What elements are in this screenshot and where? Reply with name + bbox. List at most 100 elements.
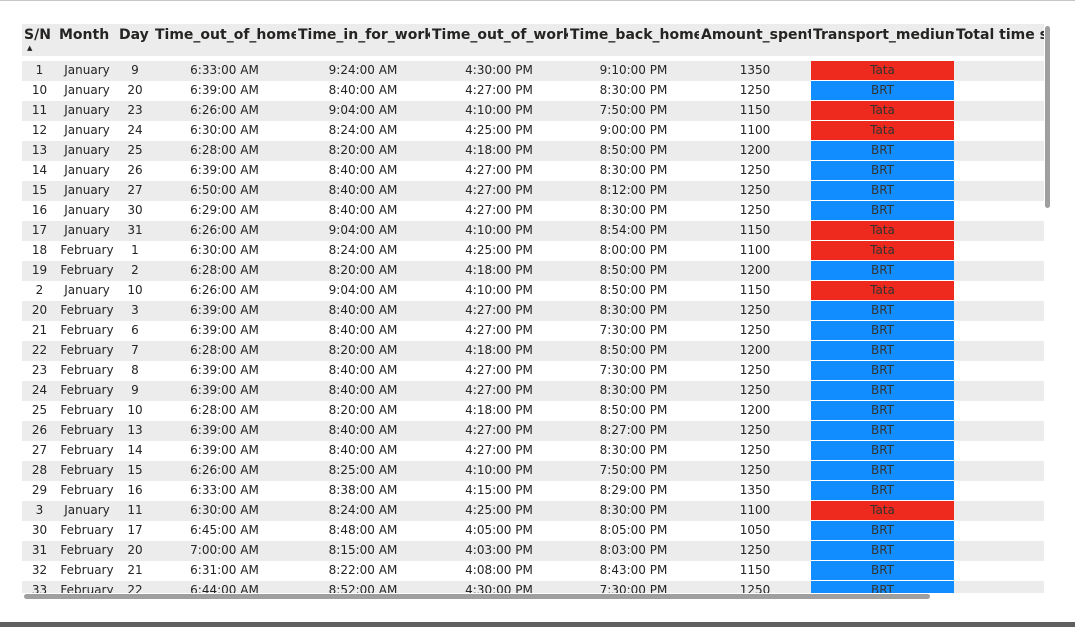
column-header-label: Time_out_of_work: [432, 27, 568, 43]
cell-time-back-home: 8:30:00 PM: [599, 203, 668, 217]
cell-transport-medium: BRT: [811, 360, 954, 381]
table-row[interactable]: 21 February 6 6:39:00 AM 8:40:00 AM 4:27:00 P…: [22, 320, 1044, 341]
cell-day: 20: [127, 83, 143, 97]
column-header-label: Time_in_for_work: [298, 27, 430, 43]
cell-month: February: [60, 403, 114, 417]
cell-transport-medium: BRT: [811, 460, 954, 481]
column-header-month[interactable]: Month: [57, 24, 117, 56]
cell-amount-spent: 1250: [739, 323, 771, 337]
cell-total-time: [954, 501, 1044, 521]
table-row[interactable]: 1 January 9 6:33:00 AM 9:24:00 AM 4:30:00 PM 9…: [22, 61, 1044, 81]
cell-month: January: [64, 103, 110, 117]
column-header-label: Transport_medium: [813, 27, 954, 43]
column-header-time-in-for-work[interactable]: Time_in_for_work: [296, 24, 430, 56]
cell-transport-medium: BRT: [811, 560, 954, 581]
table-row[interactable]: 25 February 10 6:28:00 AM 8:20:00 AM 4:18:00 …: [22, 400, 1044, 421]
table-row[interactable]: 11 January 23 6:26:00 AM 9:04:00 AM 4:10:00 P…: [22, 100, 1044, 121]
table-row[interactable]: 3 January 11 6:30:00 AM 8:24:00 AM 4:25:00 PM…: [22, 500, 1044, 521]
table-row[interactable]: 19 February 2 6:28:00 AM 8:20:00 AM 4:18:00 P…: [22, 260, 1044, 281]
sort-ascending-icon[interactable]: ▲: [27, 45, 32, 52]
cell-total-time: [954, 141, 1044, 161]
cell-sn: 10: [31, 83, 48, 97]
cell-transport-medium: Tata: [811, 500, 954, 521]
cell-transport-medium: Tata: [811, 220, 954, 241]
cell-month: February: [60, 323, 114, 337]
cell-day: 24: [127, 123, 143, 137]
cell-time-back-home: 8:12:00 PM: [599, 183, 668, 197]
table-row[interactable]: 29 February 16 6:33:00 AM 8:38:00 AM 4:15:00 …: [22, 480, 1044, 501]
table-row[interactable]: 17 January 31 6:26:00 AM 9:04:00 AM 4:10:00 P…: [22, 220, 1044, 241]
cell-transport-medium: BRT: [811, 320, 954, 341]
cell-total-time: [954, 121, 1044, 141]
cell-amount-spent: 1250: [739, 163, 771, 177]
cell-time-back-home: 8:27:00 PM: [599, 423, 668, 437]
table-row[interactable]: 15 January 27 6:50:00 AM 8:40:00 AM 4:27:00 P…: [22, 180, 1044, 201]
column-header-label: Day: [119, 27, 149, 43]
cell-time-out-of-work: 4:27:00 PM: [465, 383, 533, 397]
cell-total-time: [954, 281, 1044, 301]
column-header-total-time[interactable]: Total time sp: [954, 24, 1044, 56]
cell-month: January: [64, 83, 110, 97]
cell-time-out-of-home: 6:39:00 AM: [190, 423, 259, 437]
cell-time-back-home: 8:50:00 PM: [599, 263, 668, 277]
cell-time-back-home: 7:50:00 PM: [599, 103, 668, 117]
table-row[interactable]: 2 January 10 6:26:00 AM 9:04:00 AM 4:10:00 PM…: [22, 280, 1044, 301]
table-row[interactable]: 33 February 22 6:44:00 AM 8:52:00 AM 4:30:00 …: [22, 580, 1044, 593]
cell-amount-spent: 1250: [739, 303, 771, 317]
vertical-scrollbar[interactable]: [1045, 26, 1050, 208]
column-header-amount-spent[interactable]: Amount_spent: [699, 24, 811, 56]
cell-day: 31: [127, 223, 143, 237]
table-row[interactable]: 20 February 3 6:39:00 AM 8:40:00 AM 4:27:00 P…: [22, 300, 1044, 321]
table-row[interactable]: 24 February 9 6:39:00 AM 8:40:00 AM 4:27:00 P…: [22, 380, 1044, 401]
cell-day: 21: [127, 563, 143, 577]
table-row[interactable]: 23 February 8 6:39:00 AM 8:40:00 AM 4:27:00 P…: [22, 360, 1044, 381]
column-header-sn[interactable]: S/N ▲: [22, 24, 57, 56]
cell-amount-spent: 1250: [739, 203, 771, 217]
cell-transport-medium: BRT: [811, 200, 954, 221]
table-row[interactable]: 32 February 21 6:31:00 AM 8:22:00 AM 4:08:00 …: [22, 560, 1044, 581]
table-row[interactable]: 27 February 14 6:39:00 AM 8:40:00 AM 4:27:00 …: [22, 440, 1044, 461]
cell-time-back-home: 8:30:00 PM: [599, 443, 668, 457]
table-row[interactable]: 28 February 15 6:26:00 AM 8:25:00 AM 4:10:00 …: [22, 460, 1044, 481]
horizontal-scrollbar[interactable]: [24, 594, 930, 599]
cell-time-in-for-work: 8:40:00 AM: [328, 323, 398, 337]
cell-time-out-of-work: 4:10:00 PM: [465, 463, 533, 477]
cell-day: 11: [127, 503, 143, 517]
column-header-day[interactable]: Day: [117, 24, 153, 56]
table-visual[interactable]: S/N ▲ Month Day Time_out_of_home Time_in…: [22, 24, 1044, 593]
table-row[interactable]: 18 February 1 6:30:00 AM 8:24:00 AM 4:25:00 P…: [22, 240, 1044, 261]
cell-time-back-home: 8:50:00 PM: [599, 143, 668, 157]
cell-time-back-home: 8:50:00 PM: [599, 343, 668, 357]
table-row[interactable]: 26 February 13 6:39:00 AM 8:40:00 AM 4:27:00 …: [22, 420, 1044, 441]
cell-time-out-of-work: 4:05:00 PM: [465, 523, 533, 537]
cell-time-out-of-home: 6:30:00 AM: [190, 123, 259, 137]
table-row[interactable]: 30 February 17 6:45:00 AM 8:48:00 AM 4:05:00 …: [22, 520, 1044, 541]
column-header-time-out-of-home[interactable]: Time_out_of_home: [153, 24, 296, 56]
table-row[interactable]: 14 January 26 6:39:00 AM 8:40:00 AM 4:27:00 P…: [22, 160, 1044, 181]
table-row[interactable]: 31 February 20 7:00:00 AM 8:15:00 AM 4:03:00 …: [22, 540, 1044, 561]
table-row[interactable]: 10 January 20 6:39:00 AM 8:40:00 AM 4:27:00 P…: [22, 80, 1044, 101]
cell-sn: 30: [31, 523, 48, 537]
cell-time-in-for-work: 9:04:00 AM: [328, 283, 398, 297]
table-row[interactable]: 13 January 25 6:28:00 AM 8:20:00 AM 4:18:00 P…: [22, 140, 1044, 161]
table-row[interactable]: 16 January 30 6:29:00 AM 8:40:00 AM 4:27:00 P…: [22, 200, 1044, 221]
cell-time-back-home: 8:43:00 PM: [599, 563, 668, 577]
cell-time-out-of-home: 6:39:00 AM: [190, 323, 259, 337]
cell-time-in-for-work: 8:20:00 AM: [328, 143, 398, 157]
table-row[interactable]: 22 February 7 6:28:00 AM 8:20:00 AM 4:18:00 P…: [22, 340, 1044, 361]
cell-total-time: [954, 221, 1044, 241]
table-row[interactable]: 12 January 24 6:30:00 AM 8:24:00 AM 4:25:00 P…: [22, 120, 1044, 141]
cell-total-time: [954, 461, 1044, 481]
column-header-time-back-home[interactable]: Time_back_home: [568, 24, 699, 56]
column-header-transport-medium[interactable]: Transport_medium: [811, 24, 954, 56]
cell-sn: 26: [31, 423, 48, 437]
cell-day: 3: [131, 303, 139, 317]
cell-time-out-of-home: 6:39:00 AM: [190, 443, 259, 457]
column-header-time-out-of-work[interactable]: Time_out_of_work: [430, 24, 568, 56]
cell-time-out-of-home: 6:39:00 AM: [190, 83, 259, 97]
cell-amount-spent: 1150: [739, 223, 771, 237]
cell-transport-medium: BRT: [811, 440, 954, 461]
cell-sn: 28: [31, 463, 48, 477]
cell-month: February: [60, 303, 114, 317]
cell-transport-medium: BRT: [811, 340, 954, 361]
